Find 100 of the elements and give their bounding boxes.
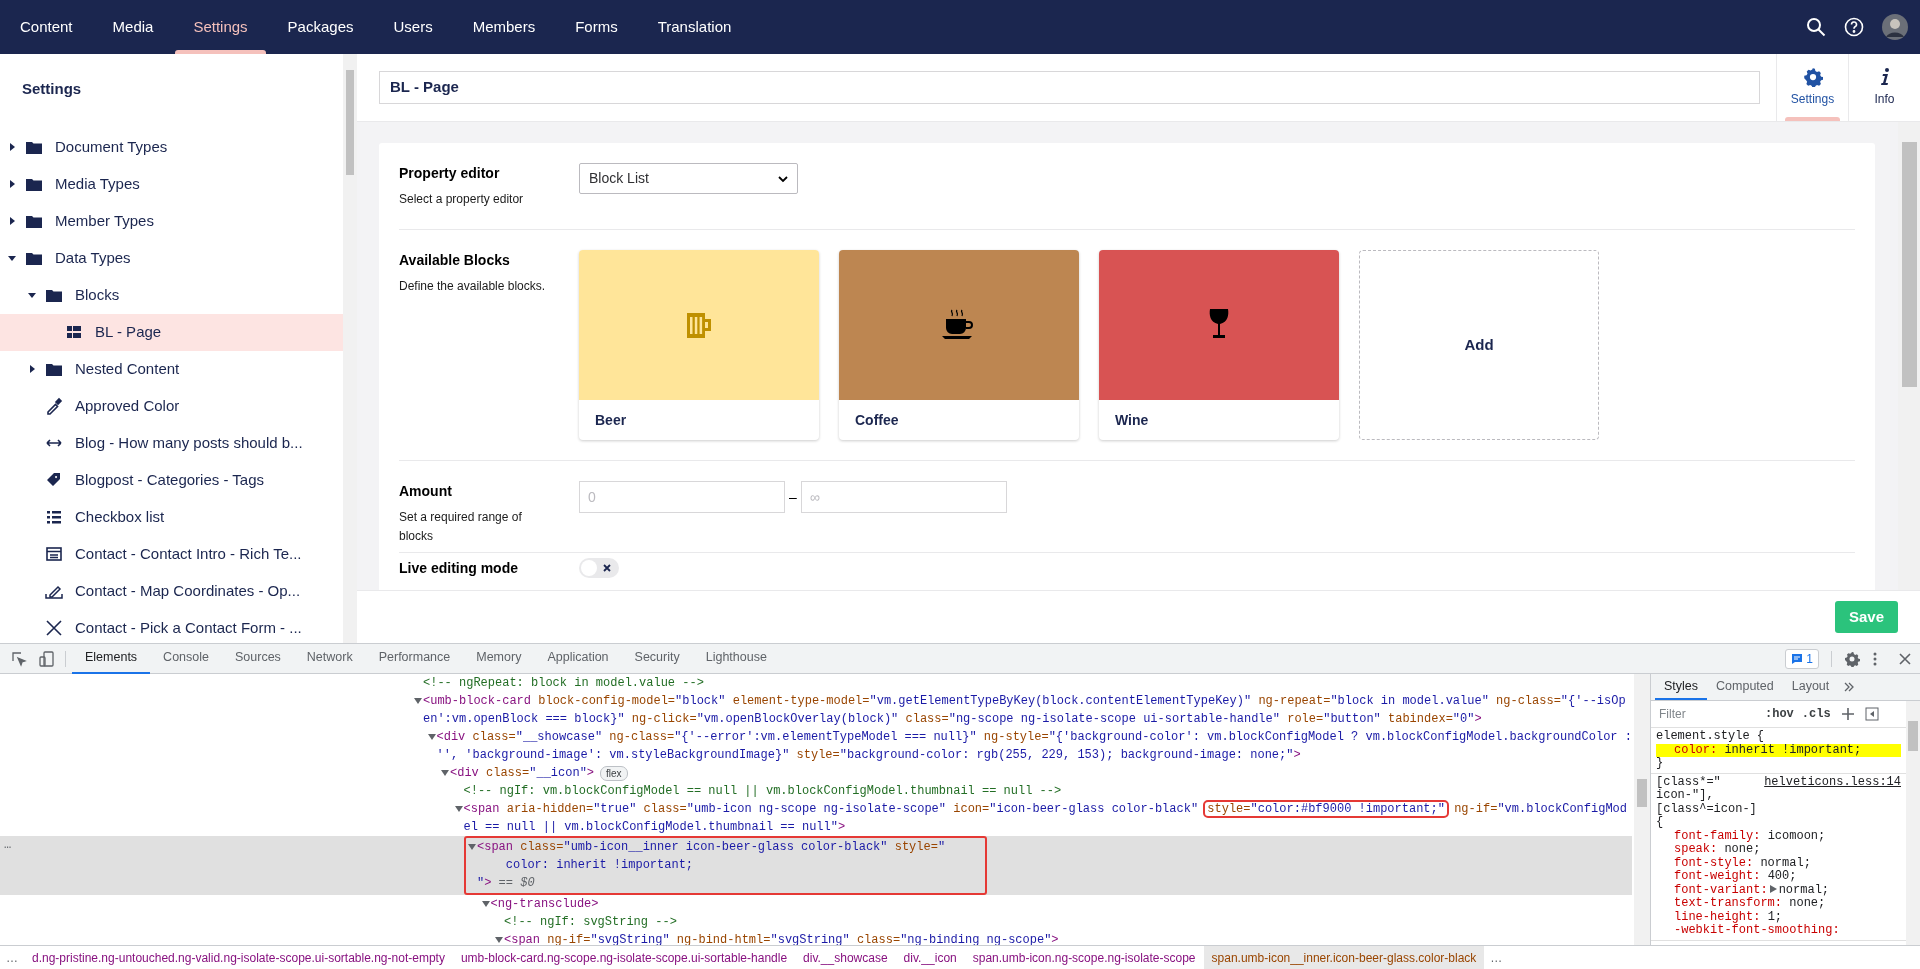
css-property-value[interactable]: none; <box>1789 896 1826 910</box>
gutter-dots[interactable]: … <box>4 836 12 854</box>
nav-tab[interactable]: Packages <box>267 0 374 54</box>
css-property-value[interactable]: 1; <box>1767 909 1783 924</box>
expand-arrow-icon[interactable] <box>1769 885 1777 894</box>
code-line[interactable]: <ng-transclude> <box>490 895 599 913</box>
css-property-name[interactable]: color: <box>1674 742 1718 757</box>
expand-arrow-icon[interactable] <box>453 804 464 814</box>
devtools-tab[interactable]: Security <box>621 643 693 674</box>
selected-row[interactable]: BL - Page <box>0 313 343 351</box>
code-line[interactable]: <span class="umb-icon__inner icon-beer-glass color-black" style=" color: inherit !important; "> == $0 <box>477 838 946 892</box>
caret-icon[interactable] <box>28 365 36 373</box>
expand-arrow-icon[interactable] <box>494 935 504 945</box>
scrollbar[interactable] <box>1906 701 1920 945</box>
code-row[interactable]: <ng-transclude> <box>0 895 1632 913</box>
tree-row[interactable]: Blog - How many posts should b... <box>0 424 343 462</box>
min-input[interactable]: 0 <box>579 481 785 513</box>
css-property-name[interactable]: line-height: <box>1674 909 1761 924</box>
code-row[interactable]: <div class="__icon"> flex <box>0 764 1632 782</box>
nav-tab[interactable]: Media <box>92 0 174 54</box>
code-line[interactable]: <span aria-hidden="true" class="umb-icon ng-scope ng-isolate-scope" icon="icon-beer-glass color-black" style="color:#bf9000 !important;" ng-if="vm.blockConfigModel == null || vm.blockConfigModel.thumbnail == null"> <box>463 800 1632 836</box>
close-icon[interactable] <box>1898 651 1912 666</box>
tree-item-label[interactable]: Contact - Pick a Contact Form - ... <box>75 616 302 640</box>
caret-icon[interactable] <box>8 180 16 188</box>
code-line[interactable]: <div class="__icon"> <box>450 764 595 782</box>
block-card[interactable]: Beer <box>579 250 819 440</box>
sidebar-toggle-icon[interactable] <box>1864 707 1879 721</box>
code-line[interactable]: <div class="__showcase" ng-class="{'--error':vm.elementTypeModel === null}" ng-style="{'background-color': vm.blockConfigModel ? vm.blockConfigModel.backgroundColor : '', 'background-image': vm.styleBackgroundImage}" style="background-color: rgb(255, 229, 153); background-image: none;"> <box>436 728 1632 764</box>
scrollbar[interactable] <box>343 54 357 643</box>
breadcrumb[interactable]: div.__showcase <box>795 946 896 969</box>
more-crumbs[interactable]: … <box>1484 948 1509 967</box>
styles-tab[interactable]: Styles <box>1655 674 1708 700</box>
tree-row[interactable]: Document Types <box>0 128 343 166</box>
tree-row[interactable]: Checkbox list <box>0 498 343 536</box>
css-property-value[interactable]: inherit !important; <box>1724 742 1862 757</box>
styles-tab[interactable]: Computed <box>1707 674 1783 700</box>
tree-item-label[interactable]: Blogpost - Categories - Tags <box>75 468 264 492</box>
block-card[interactable]: Coffee <box>839 250 1079 440</box>
tree-item-label[interactable]: Approved Color <box>75 394 180 418</box>
css-property-name[interactable]: font-family: <box>1674 828 1761 843</box>
tree-row[interactable]: Data Types <box>0 239 343 277</box>
devtools-tab[interactable]: Application <box>534 643 622 674</box>
breadcrumb[interactable]: span.umb-icon.ng-scope.ng-isolate-scope <box>964 946 1204 969</box>
css-property-value[interactable]: none; <box>1724 842 1761 856</box>
toggle-button[interactable]: :hov <box>1765 705 1794 723</box>
tree-row[interactable]: Blocks <box>0 276 343 314</box>
tree-item-label[interactable]: Checkbox list <box>75 505 165 529</box>
avatar-icon[interactable] <box>1882 14 1908 40</box>
code-row[interactable]: <!-- ngIf: svgString --> <box>0 913 1632 931</box>
tree-item-label[interactable]: Member Types <box>55 209 154 233</box>
max-input[interactable]: ∞ <box>800 481 1007 513</box>
scrollbar[interactable] <box>1898 122 1920 590</box>
code-line[interactable]: <!-- ngRepeat: block in model.value --> <box>423 674 704 692</box>
flex-badge[interactable]: flex <box>600 766 628 781</box>
breadcrumb[interactable]: div.__icon <box>895 946 965 969</box>
code-line[interactable]: <span ng-if="svgString" ng-bind-html="svgString" class="ng-binding ng-scope"> <box>504 931 1059 945</box>
caret-icon[interactable] <box>8 217 16 225</box>
code-line[interactable]: <!-- ngIf: svgString --> <box>504 913 677 931</box>
css-property-name[interactable]: font-variant: <box>1674 882 1768 897</box>
css-property-name[interactable]: font-style: <box>1674 855 1754 870</box>
property-editor-select[interactable]: Block List <box>579 163 798 194</box>
nav-tab[interactable]: Translation <box>637 0 752 54</box>
expand-arrow-icon[interactable] <box>480 899 491 909</box>
devtools-tab[interactable]: Performance <box>365 643 464 674</box>
settings-icon[interactable] <box>1844 650 1860 667</box>
css-property-value[interactable]: 400; <box>1767 869 1797 883</box>
toggle-switch[interactable] <box>579 558 619 578</box>
tree-row[interactable]: Media Types <box>0 165 343 203</box>
css-property-name[interactable]: text-transform: <box>1674 896 1783 910</box>
inspect-icon[interactable] <box>11 650 27 667</box>
tree-row[interactable]: Contact - Contact Intro - Rich Te... <box>0 535 343 573</box>
breadcrumb[interactable]: span.umb-icon__inner.icon-beer-glass.color-black <box>1203 946 1485 969</box>
expand-arrow-icon[interactable] <box>467 842 477 852</box>
scrollbar[interactable] <box>1634 674 1650 945</box>
code-line[interactable]: <!-- ngIf: vm.blockConfigModel == null || vm.blockConfigModel.thumbnail == null --> <box>463 782 1062 800</box>
tree-item-label[interactable]: Contact - Contact Intro - Rich Te... <box>75 542 302 566</box>
tree-item-label[interactable]: Blocks <box>75 283 120 307</box>
code-row[interactable]: <!-- ngRepeat: block in model.value --> <box>0 674 1632 692</box>
name-field[interactable]: BL - Page <box>379 71 1760 104</box>
issues-badge[interactable]: 1 <box>1785 648 1819 669</box>
breadcrumb[interactable]: d.ng-pristine.ng-untouched.ng-valid.ng-isolate-scope.ui-sortable.ng-not-empty <box>24 946 453 969</box>
source-link[interactable]: helveticons.less:14 <box>1764 775 1901 830</box>
devtools-tab[interactable]: Lighthouse <box>692 643 780 674</box>
tree-row[interactable]: Member Types <box>0 202 343 240</box>
chevrons-right-icon[interactable] <box>1844 682 1855 692</box>
device-icon[interactable] <box>39 650 55 667</box>
tree-item-label[interactable]: Nested Content <box>75 357 180 381</box>
styles-tab[interactable]: Layout <box>1782 674 1839 700</box>
tree-row[interactable]: Nested Content <box>0 350 343 388</box>
app-tab[interactable]: Info <box>1848 54 1920 121</box>
block-card[interactable]: Wine <box>1099 250 1339 440</box>
tree-row[interactable]: Approved Color <box>0 387 343 425</box>
tree-item-label[interactable]: BL - Page <box>95 320 162 344</box>
devtools-tab[interactable]: Memory <box>463 643 535 674</box>
caret-icon[interactable] <box>28 291 36 299</box>
more-crumbs[interactable]: … <box>0 948 24 967</box>
nav-tab[interactable]: Forms <box>555 0 638 54</box>
app-tab[interactable]: Settings <box>1776 54 1848 121</box>
search-icon[interactable] <box>1806 17 1826 37</box>
code-row[interactable]: <!-- ngIf: vm.blockConfigModel == null || vm.blockConfigModel.thumbnail == null --> <box>0 782 1632 800</box>
